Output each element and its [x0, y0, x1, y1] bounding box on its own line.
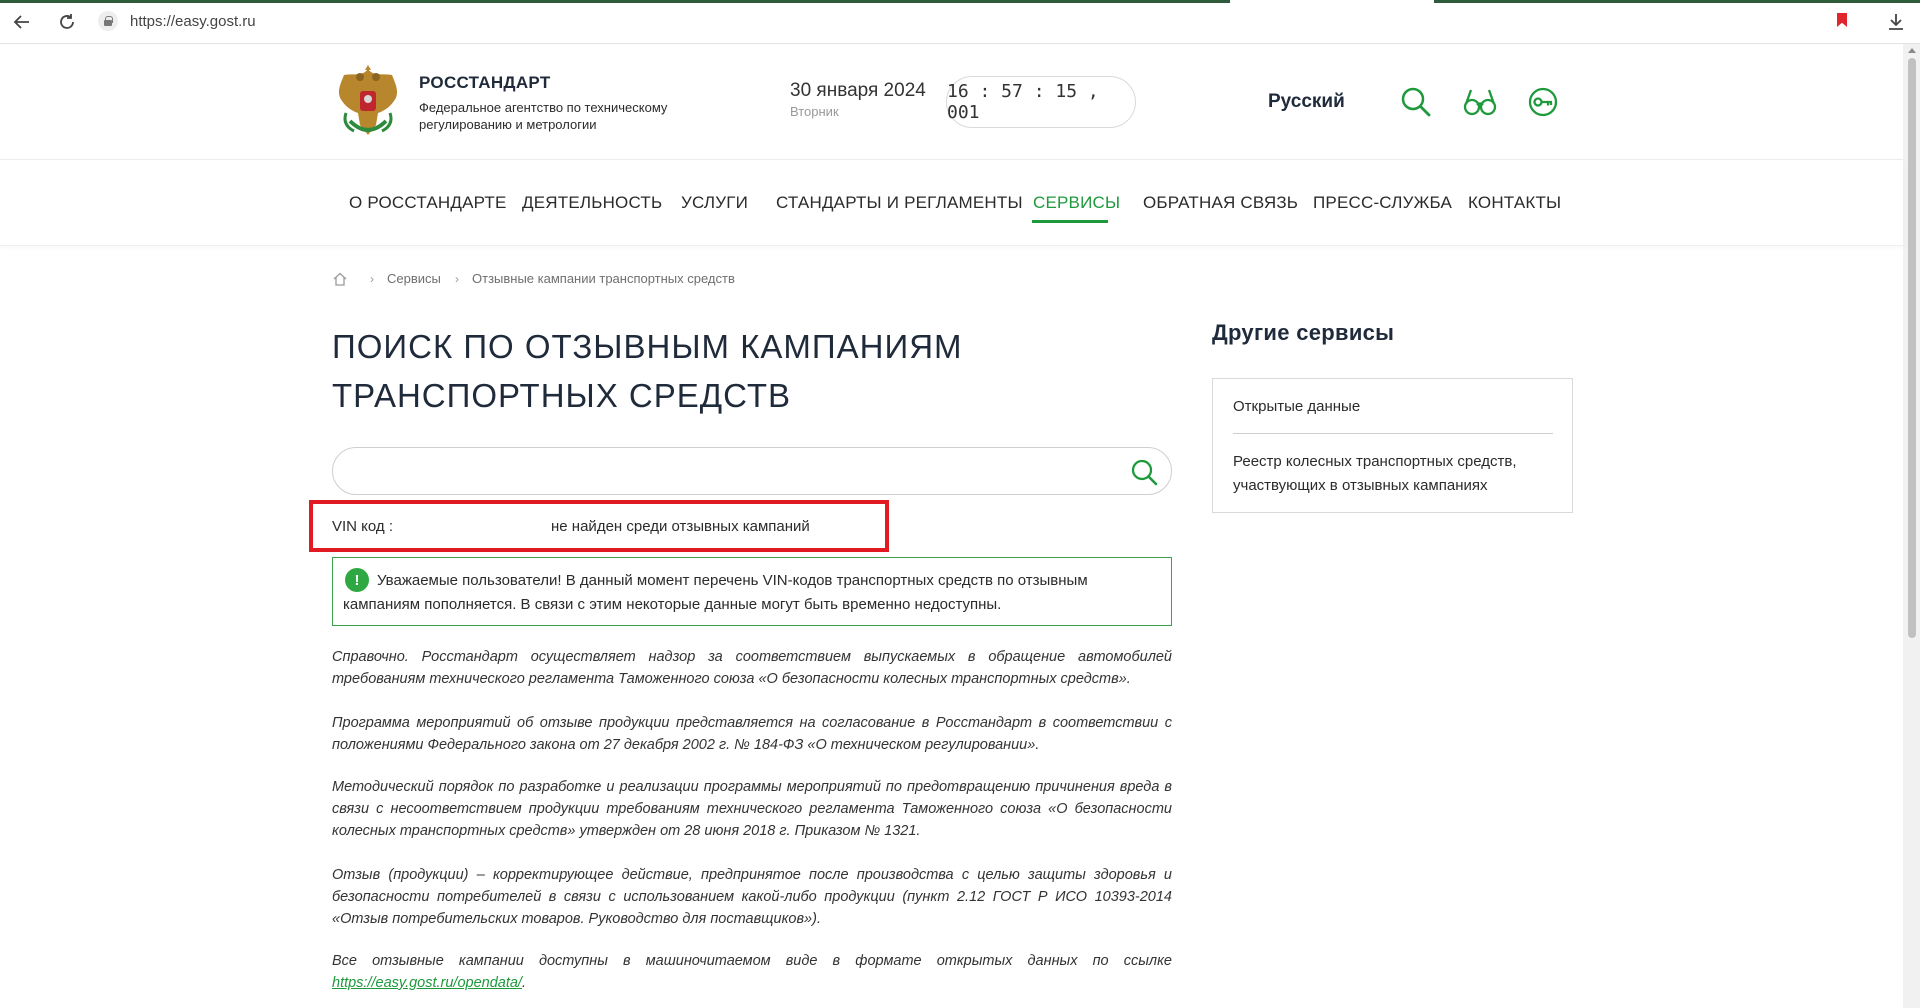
info-paragraph: Справочно. Росстандарт осуществляет надз… — [332, 649, 1172, 687]
nav-active-indicator — [1032, 220, 1108, 223]
nav-item-contacts[interactable]: КОНТАКТЫ — [1468, 193, 1561, 213]
scroll-thumb[interactable] — [1908, 58, 1916, 638]
language-selector[interactable]: Русский — [1268, 91, 1345, 113]
tab-strip-line — [1434, 0, 1920, 3]
notice-box: ! Уважаемые пользователи! В данный момен… — [332, 557, 1172, 626]
page-scrollbar[interactable] — [1903, 44, 1920, 1008]
nav-item-about[interactable]: О РОССТАНДАРТЕ — [349, 193, 507, 213]
reload-icon[interactable] — [55, 10, 79, 34]
search-icon[interactable] — [1130, 458, 1158, 486]
lock-icon[interactable] — [98, 11, 118, 31]
current-weekday: Вторник — [790, 104, 839, 119]
notice-text: Уважаемые пользователи! В данный момент … — [343, 572, 1088, 613]
info-paragraph: Программа мероприятий об отзыве продукци… — [332, 715, 1172, 753]
nav-item-services[interactable]: СЕРВИСЫ — [1033, 193, 1120, 213]
org-description: Федеральное агентство по техническому ре… — [419, 100, 668, 132]
org-name[interactable]: РОССТАНДАРТ — [419, 73, 551, 93]
scroll-up-arrow-icon[interactable] — [1908, 48, 1916, 53]
nav-item-press[interactable]: ПРЕСС-СЛУЖБА — [1313, 193, 1452, 213]
home-icon[interactable] — [332, 272, 348, 286]
info-paragraph: Методический порядок по разработке и реа… — [332, 779, 1172, 839]
vin-search-box — [332, 447, 1172, 495]
opendata-end: . — [521, 975, 526, 991]
other-services-box: Открытые данные Реестр колесных транспор… — [1212, 378, 1573, 513]
clock-display: 16 : 57 : 15 , 001 — [946, 76, 1136, 128]
page-title: ПОИСК ПО ОТЗЫВНЫМ КАМПАНИЯМ ТРАНСПОРТНЫХ… — [332, 328, 963, 414]
opendata-text: Все отзывные кампании доступны в машиноч… — [332, 953, 1172, 969]
breadcrumb-current: Отзывные кампании транспортных средств — [472, 271, 735, 286]
glasses-icon[interactable] — [1463, 86, 1497, 118]
tab-strip-line — [0, 0, 1230, 3]
nav-item-feedback[interactable]: ОБРАТНАЯ СВЯЗЬ — [1143, 193, 1298, 213]
nav-item-activity[interactable]: ДЕЯТЕЛЬНОСТЬ — [522, 193, 662, 213]
vin-label: VIN код : — [332, 518, 394, 535]
sidebar-link-vehicle-registry[interactable]: Реестр колесных транспортных средств, уч… — [1233, 450, 1553, 498]
opendata-link[interactable]: https://easy.gost.ru/opendata/ — [332, 975, 522, 991]
vin-search-input[interactable] — [353, 456, 1113, 486]
current-date: 30 января 2024 — [790, 80, 926, 101]
bookmark-icon[interactable] — [1837, 13, 1847, 27]
info-paragraph-opendata: Все отзывные кампании доступны в машиноч… — [332, 950, 1172, 994]
info-paragraph: Отзыв (продукции) – корректирующее дейст… — [332, 867, 1172, 927]
nav-item-standards[interactable]: СТАНДАРТЫ И РЕГЛАМЕНТЫ — [776, 193, 1023, 213]
search-icon[interactable] — [1400, 86, 1432, 118]
back-arrow-icon[interactable] — [10, 10, 34, 34]
browser-toolbar: https://easy.gost.ru — [0, 0, 1920, 44]
nav-item-services-public[interactable]: УСЛУГИ — [681, 193, 748, 213]
vin-result-message: VIN код : не найден среди отзывных кампан… — [332, 518, 810, 535]
vin-result-text: не найден среди отзывных кампаний — [551, 518, 810, 535]
emblem-icon[interactable] — [332, 63, 404, 143]
sidebar-divider — [1233, 433, 1553, 434]
breadcrumb-chevron-icon: › — [455, 272, 459, 286]
sidebar-title: Другие сервисы — [1212, 320, 1395, 345]
address-bar[interactable]: https://easy.gost.ru — [130, 13, 256, 30]
download-icon[interactable] — [1884, 10, 1908, 34]
breadcrumb-services[interactable]: Сервисы — [387, 271, 441, 286]
breadcrumb-chevron-icon: › — [370, 272, 374, 286]
sidebar-link-open-data[interactable]: Открытые данные — [1233, 395, 1553, 419]
key-icon[interactable] — [1527, 86, 1559, 118]
